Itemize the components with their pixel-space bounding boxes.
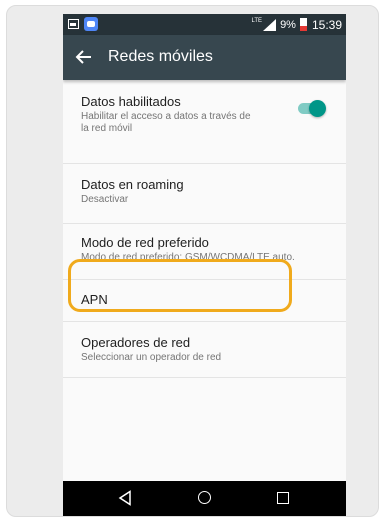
- setting-subtitle: Desactivar: [81, 194, 129, 205]
- setting-datos-en-roaming[interactable]: Datos en roaming Desactivar: [63, 164, 346, 224]
- circle-home-icon[interactable]: [198, 491, 211, 504]
- page-title: Redes móviles: [108, 48, 213, 65]
- setting-title: Datos en roaming: [81, 177, 184, 192]
- status-bar-right: LTE 9% 15:39: [252, 14, 343, 35]
- setting-subtitle: Seleccionar un operador de red: [81, 352, 222, 363]
- setting-subtitle: Modo de red preferido: GSM/WCDMA/LTE aut…: [81, 252, 295, 263]
- setting-modo-de-red[interactable]: Modo de red preferido Modo de red prefer…: [63, 224, 346, 280]
- signal-icon: [263, 18, 277, 31]
- square-recents-icon[interactable]: [277, 492, 289, 504]
- battery-low-icon: [299, 18, 307, 31]
- setting-datos-habilitados[interactable]: Datos habilitados Habilitar el acceso a …: [63, 80, 346, 164]
- status-bar: LTE 9% 15:39: [63, 14, 346, 35]
- arrow-left-icon[interactable]: [74, 47, 94, 67]
- setting-operadores-de-red[interactable]: Operadores de red Seleccionar un operado…: [63, 322, 346, 378]
- data-toggle-thumb[interactable]: [309, 100, 326, 117]
- image-notification-icon: [68, 19, 79, 29]
- navigation-bar: [63, 481, 346, 516]
- setting-title: Modo de red preferido: [81, 235, 209, 250]
- phone-screen: LTE 9% 15:39 Redes móviles Datos habilit…: [63, 14, 346, 516]
- setting-title: Datos habilitados: [81, 94, 181, 109]
- network-type-label: LTE: [251, 17, 263, 24]
- status-time: 15:39: [311, 17, 342, 32]
- setting-subtitle-line-1: Habilitar el acceso a datos a través de: [81, 111, 251, 122]
- setting-title: APN: [81, 292, 108, 307]
- setting-title: Operadores de red: [81, 335, 191, 350]
- messenger-notification-icon: [84, 17, 98, 31]
- triangle-back-icon[interactable]: [118, 490, 132, 506]
- app-bar: Redes móviles: [63, 35, 346, 80]
- setting-apn[interactable]: APN: [63, 280, 346, 322]
- setting-subtitle-line-2: la red móvil: [81, 123, 133, 134]
- battery-percent: 9%: [280, 18, 296, 31]
